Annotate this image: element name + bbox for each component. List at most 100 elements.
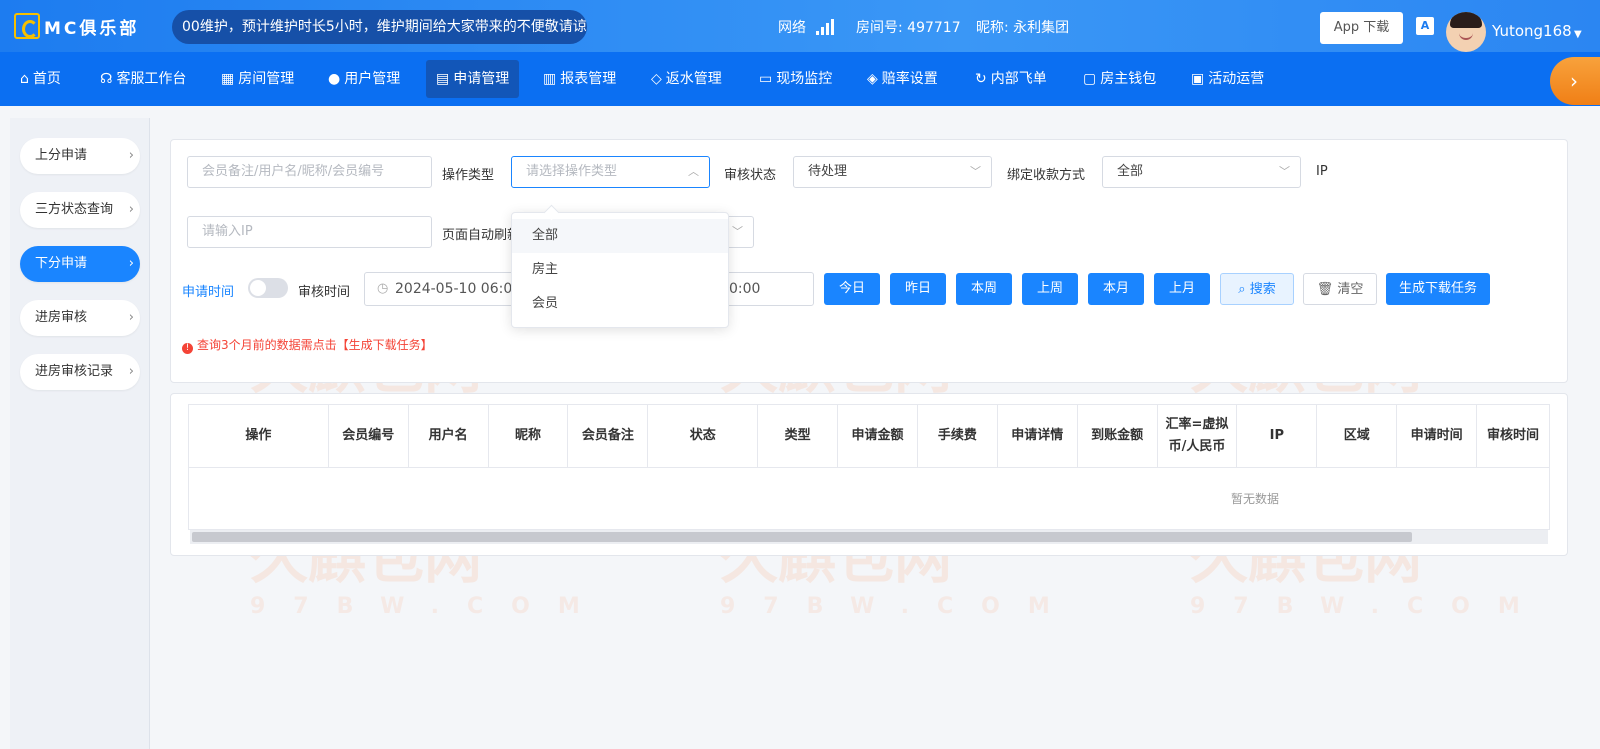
scrollbar-thumb[interactable] xyxy=(192,532,1412,542)
home-icon: ⌂ xyxy=(20,71,29,87)
nav-owner-wallet[interactable]: ▢ 房主钱包 xyxy=(1073,60,1166,98)
column-header: 用户名 xyxy=(409,405,489,467)
cycle-icon: ↻ xyxy=(975,71,987,87)
chevron-down-icon: ﹀ xyxy=(1279,165,1290,178)
audit-status-label: 审核状态 xyxy=(724,168,777,183)
nav-application-management[interactable]: ▤ 申请管理 xyxy=(426,60,520,98)
clear-button[interactable]: 🗑 清空 xyxy=(1303,273,1377,305)
dropdown-option[interactable]: 会员 xyxy=(512,287,728,321)
nav-activity-ops[interactable]: ▣ 活动运营 xyxy=(1181,60,1274,98)
logo-icon xyxy=(14,13,40,39)
clock-icon: ◷ xyxy=(377,281,389,296)
last-week-button[interactable]: 上周 xyxy=(1022,273,1078,305)
column-header: 汇率=虚拟币/人民币 xyxy=(1158,405,1238,467)
trash-icon: 🗑 xyxy=(1316,282,1338,297)
column-header: 申请金额 xyxy=(838,405,918,467)
bind-method-label: 绑定收款方式 xyxy=(1007,168,1086,183)
search-icon: ⌕ xyxy=(1238,282,1250,297)
nav-home[interactable]: ⌂ 首页 xyxy=(10,60,71,98)
translate-icon[interactable]: A xyxy=(1416,17,1434,35)
clipboard-icon: ▣ xyxy=(1191,71,1205,87)
member-search-input[interactable]: 会员备注/用户名/昵称/会员编号 xyxy=(187,156,432,188)
sidebar: 上分申请 › 三方状态查询 › 下分申请 › 进房审核 › 进房审核记录 › xyxy=(10,118,150,749)
caret-down-icon[interactable]: ▼ xyxy=(1574,29,1582,40)
nav-report-management[interactable]: ▥ 报表管理 xyxy=(533,60,626,98)
nav-internal-orders[interactable]: ↻ 内部飞单 xyxy=(965,60,1057,98)
op-type-select[interactable]: 请选择操作类型 ︿ xyxy=(511,156,710,188)
column-header: 类型 xyxy=(758,405,839,467)
horizontal-scrollbar[interactable] xyxy=(190,530,1548,544)
op-type-label: 操作类型 xyxy=(442,168,495,183)
query-warning: ! 查询3个月前的数据需点击【生成下载任务】 xyxy=(182,336,433,354)
empty-state: 暂无数据 xyxy=(1231,492,1280,506)
table-body xyxy=(188,468,1550,530)
sidebar-item-deposit-request[interactable]: 上分申请 › xyxy=(20,138,140,174)
search-button[interactable]: ⌕ 搜索 xyxy=(1220,273,1294,305)
date-end: 0:00 xyxy=(729,281,761,297)
ip-label: IP xyxy=(1316,164,1328,179)
nav-next-button[interactable]: › xyxy=(1550,57,1600,105)
last-month-button[interactable]: 上月 xyxy=(1154,273,1210,305)
chevron-down-icon: ﹀ xyxy=(732,225,743,238)
chevron-right-icon: › xyxy=(128,148,134,163)
notice-marquee: 00维护，预计维护时长5小时，维护期间给大家带来的不便敬请谅解 xyxy=(172,10,587,44)
nav-odds-settings[interactable]: ◈ 赔率设置 xyxy=(857,60,948,98)
column-header: 操作 xyxy=(189,405,329,467)
column-header: 会员编号 xyxy=(329,405,409,467)
wallet-icon: ▢ xyxy=(1083,71,1097,87)
apply-time-label[interactable]: 申请时间 xyxy=(182,281,234,300)
today-button[interactable]: 今日 xyxy=(824,273,880,305)
document-icon: ▤ xyxy=(436,71,450,87)
sidebar-item-withdraw-request[interactable]: 下分申请 › xyxy=(20,246,140,282)
column-header: 到账金额 xyxy=(1078,405,1158,467)
dropdown-option[interactable]: 房主 xyxy=(512,253,728,287)
nav-user-management[interactable]: ● 用户管理 xyxy=(318,60,410,98)
time-type-toggle[interactable] xyxy=(248,278,288,298)
audit-status-select[interactable]: 待处理 ﹀ xyxy=(793,156,992,188)
monitor-icon: ▭ xyxy=(759,71,773,87)
audit-time-label[interactable]: 审核时间 xyxy=(298,281,350,300)
nav-service-desk[interactable]: ☊ 客服工作台 xyxy=(90,60,196,98)
column-header: 手续费 xyxy=(918,405,998,467)
column-header: 申请时间 xyxy=(1397,405,1478,467)
chevron-right-icon: › xyxy=(128,364,134,379)
bind-method-select[interactable]: 全部 ﹀ xyxy=(1102,156,1301,188)
nickname: 昵称: 永利集团 xyxy=(976,20,1070,36)
column-header: 状态 xyxy=(648,405,759,467)
user-icon: ● xyxy=(328,71,341,87)
tag-icon: ◇ xyxy=(651,71,662,87)
sidebar-item-room-review[interactable]: 进房审核 › xyxy=(20,300,140,336)
yesterday-button[interactable]: 昨日 xyxy=(890,273,946,305)
column-header: 会员备注 xyxy=(568,405,649,467)
room-number: 房间号: 497717 xyxy=(856,20,961,36)
op-type-dropdown: 全部 房主 会员 xyxy=(511,212,729,328)
nav-rebate-management[interactable]: ◇ 返水管理 xyxy=(641,60,732,98)
alert-icon: ! xyxy=(182,343,193,354)
chevron-right-icon: › xyxy=(128,202,134,217)
column-header: 审核时间 xyxy=(1486,428,1539,443)
column-header: 区域 xyxy=(1317,405,1398,467)
column-header: 申请详情 xyxy=(998,405,1078,467)
chevron-right-icon: › xyxy=(128,310,134,325)
sidebar-item-third-party-status[interactable]: 三方状态查询 › xyxy=(20,192,140,228)
dropdown-option[interactable]: 全部 xyxy=(512,219,728,253)
nav-room-management[interactable]: ▦ 房间管理 xyxy=(211,60,304,98)
nav-live-monitor[interactable]: ▭ 现场监控 xyxy=(749,60,842,98)
sidebar-item-room-review-log[interactable]: 进房审核记录 › xyxy=(20,354,140,390)
chevron-right-icon: › xyxy=(1570,69,1578,93)
chevron-down-icon: ﹀ xyxy=(970,165,981,178)
app-download-button[interactable]: App 下载 xyxy=(1320,12,1403,44)
this-month-button[interactable]: 本月 xyxy=(1088,273,1144,305)
generate-download-button[interactable]: 生成下载任务 xyxy=(1386,273,1490,305)
chevron-right-icon: › xyxy=(128,256,134,271)
avatar[interactable] xyxy=(1446,12,1486,52)
ip-input[interactable]: 请输入IP xyxy=(187,216,432,248)
this-week-button[interactable]: 本周 xyxy=(956,273,1012,305)
headset-icon: ☊ xyxy=(100,71,113,87)
signal-icon xyxy=(816,19,834,35)
network-status: 网络 xyxy=(778,17,834,37)
bar-chart-icon: ▥ xyxy=(543,71,557,87)
column-header: IP xyxy=(1237,405,1318,467)
grid-icon: ▦ xyxy=(221,71,235,87)
username[interactable]: Yutong168 xyxy=(1492,22,1572,40)
